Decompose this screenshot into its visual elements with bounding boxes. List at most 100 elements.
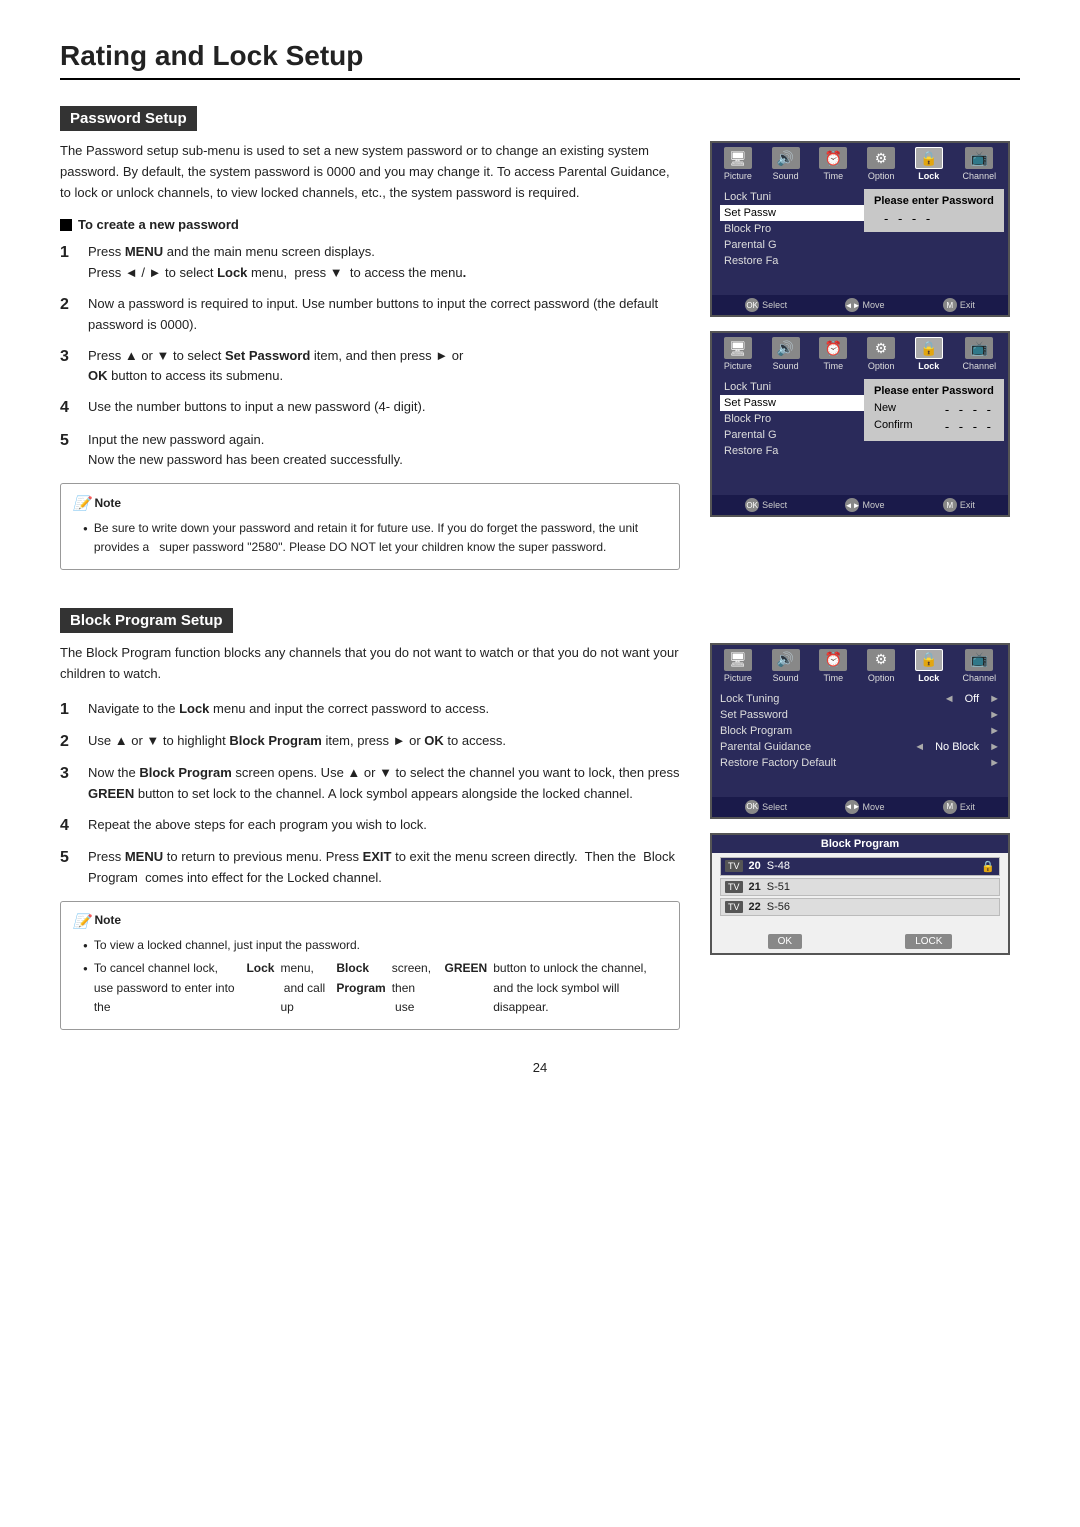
ok-btn-icon-1: OK (745, 298, 759, 312)
parental-right-arrow: ► (989, 741, 1000, 753)
menu-icon-picture-2: 🖥 Picture (724, 337, 752, 371)
tv-dialog-dots-row-1: - - - - (874, 211, 994, 226)
block-note-title: 📝 Note (73, 910, 667, 932)
menu-icon-channel-1: 📺 Channel (963, 147, 997, 181)
tv-dialog-1: Please enter Password - - - - (864, 189, 1004, 232)
tv-lock-content-3: Lock Tuning ◄ Off ► Set Password ► Block… (712, 687, 1008, 797)
channel-icon-2: 📺 (965, 337, 993, 359)
channel-name-2: S-51 (767, 881, 790, 893)
block-ok-button[interactable]: OK (768, 934, 802, 949)
menu-icon-time-2: ⏰ Time (819, 337, 847, 371)
step-num-4: 4 (60, 397, 78, 419)
step-text-4: Use the number buttons to input a new pa… (88, 397, 425, 418)
menu-icon-time-1: ⏰ Time (819, 147, 847, 181)
locktuning-right-arrow: ► (989, 693, 1000, 705)
password-right-col: 🖥 Picture 🔊 Sound ⏰ Time ⚙ Option (710, 141, 1020, 531)
tv-footer-move-1: ◄► Move (845, 298, 884, 312)
tv-tag-3: TV (725, 901, 743, 913)
tv-footer-exit-3: M Exit (943, 800, 975, 814)
tv-dialog-dots-1: - - - - (884, 211, 933, 226)
sound-icon-3: 🔊 (772, 649, 800, 671)
step-5: 5 Input the new password again.Now the n… (60, 430, 680, 472)
menu-icon-sound-3: 🔊 Sound (772, 649, 800, 683)
tv-dialog-confirm-dots: - - - - (945, 419, 994, 434)
tv-locktuning-row: Lock Tuning ◄ Off ► (720, 691, 1000, 707)
tv-channel-row-1: TV 20 S-48 🔒 (720, 857, 1000, 876)
ok-btn-icon-3: OK (745, 800, 759, 814)
block-note-bullet-1: To view a locked channel, just input the… (83, 936, 667, 955)
tv-block-footer: OK LOCK (712, 930, 1008, 953)
password-steps: 1 Press MENU and the main menu screen di… (60, 242, 680, 471)
block-left-col: The Block Program function blocks any ch… (60, 643, 680, 1030)
block-note-icon: 📝 (73, 910, 90, 932)
tv-item-restore-2: Restore Fa (720, 443, 1000, 459)
channel-icon: 📺 (965, 147, 993, 169)
note-bullet-1: Be sure to write down your password and … (83, 519, 667, 557)
page-number: 24 (60, 1060, 1020, 1075)
blockprogram-arrow: ► (989, 725, 1000, 737)
password-note-bullets: Be sure to write down your password and … (73, 519, 667, 557)
step-num-2: 2 (60, 294, 78, 316)
step-num-3: 3 (60, 346, 78, 368)
step-num-1: 1 (60, 242, 78, 264)
picture-icon: 🖥 (724, 147, 752, 169)
menu-icon-sound-2: 🔊 Sound (772, 337, 800, 371)
block-step-text-5: Press MENU to return to previous menu. P… (88, 847, 680, 889)
ok-btn-icon-2: OK (745, 498, 759, 512)
step-4: 4 Use the number buttons to input a new … (60, 397, 680, 419)
step-text-3: Press ▲ or ▼ to select Set Password item… (88, 346, 463, 388)
step-text-5: Input the new password again.Now the new… (88, 430, 403, 472)
channel-num-2: 21 (749, 881, 761, 893)
dialog-new-field: New - - - - (874, 401, 994, 418)
step-2: 2 Now a password is required to input. U… (60, 294, 680, 336)
menu-icon-channel-2: 📺 Channel (963, 337, 997, 371)
time-icon-3: ⏰ (819, 649, 847, 671)
block-step-num-2: 2 (60, 731, 78, 753)
move-btn-icon-1: ◄► (845, 298, 859, 312)
block-step-text-3: Now the Block Program screen opens. Use … (88, 763, 680, 805)
block-step-5: 5 Press MENU to return to previous menu.… (60, 847, 680, 889)
block-steps: 1 Navigate to the Lock menu and input th… (60, 699, 680, 889)
password-note-box: 📝 Note Be sure to write down your passwo… (60, 483, 680, 570)
option-icon-2: ⚙ (867, 337, 895, 359)
channel-num-1: 20 (749, 860, 761, 872)
block-step-4: 4 Repeat the above steps for each progra… (60, 815, 680, 837)
tv-channel-row-2: TV 21 S-51 (720, 878, 1000, 896)
menu-btn-icon-3: M (943, 800, 957, 814)
channel-num-3: 22 (749, 901, 761, 913)
tv-dialog-title-1: Please enter Password (874, 195, 994, 207)
menu-btn-icon-2: M (943, 498, 957, 512)
lock-icon-2: 🔒 (915, 337, 943, 359)
tv-footer-exit-1: M Exit (943, 298, 975, 312)
tv-dialog-title-2: Please enter Password (874, 385, 994, 397)
tv-screen-2: 🖥 Picture 🔊 Sound ⏰ Time ⚙ Option (710, 331, 1010, 517)
step-3: 3 Press ▲ or ▼ to select Set Password it… (60, 346, 680, 388)
time-icon-2: ⏰ (819, 337, 847, 359)
tv-parental-row: Parental Guidance ◄ No Block ► (720, 739, 1000, 755)
parental-left-arrow: ◄ (914, 741, 925, 753)
block-note-box: 📝 Note To view a locked channel, just in… (60, 901, 680, 1030)
time-icon: ⏰ (819, 147, 847, 169)
menu-icon-option-2: ⚙ Option (867, 337, 895, 371)
menu-icon-option-3: ⚙ Option (867, 649, 895, 683)
block-program-section: Block Program Setup The Block Program fu… (60, 590, 1020, 1030)
block-lock-button[interactable]: LOCK (905, 934, 952, 949)
option-icon-3: ⚙ (867, 649, 895, 671)
tv-footer-select-2: OK Select (745, 498, 787, 512)
tv-blockprogram-row: Block Program ► (720, 723, 1000, 739)
menu-icon-lock-3: 🔒 Lock (915, 649, 943, 683)
tv-content-2: Lock Tuni Set Passw Block Pro Parental G… (712, 375, 1008, 495)
tv-menubar-2: 🖥 Picture 🔊 Sound ⏰ Time ⚙ Option (712, 333, 1008, 375)
menu-icon-channel-3: 📺 Channel (963, 649, 997, 683)
tv-footer-2: OK Select ◄► Move M Exit (712, 495, 1008, 515)
block-step-1: 1 Navigate to the Lock menu and input th… (60, 699, 680, 721)
black-square-icon (60, 219, 72, 231)
password-setup-section: Password Setup The Password setup sub-me… (60, 88, 1020, 570)
picture-icon-2: 🖥 (724, 337, 752, 359)
sound-icon-2: 🔊 (772, 337, 800, 359)
tv-item-restore-1: Restore Fa (720, 253, 1000, 269)
block-note-bullets: To view a locked channel, just input the… (73, 936, 667, 1017)
dialog-confirm-field: Confirm - - - - (874, 418, 994, 435)
tv-screen-1: 🖥 Picture 🔊 Sound ⏰ Time ⚙ Option (710, 141, 1010, 317)
tv-screen-3: 🖥 Picture 🔊 Sound ⏰ Time ⚙ Option (710, 643, 1010, 819)
